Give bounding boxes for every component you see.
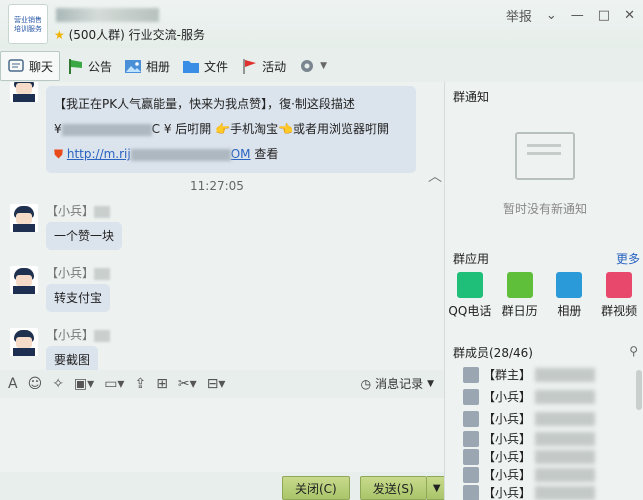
report-button[interactable]: 举报 <box>506 6 532 25</box>
group-meta: (500人群) 行业交流-服务 <box>68 28 206 42</box>
phone-icon <box>456 272 483 298</box>
message-bubble[interactable]: 要截图 <box>46 346 99 370</box>
message-time: 11:27:05 <box>190 179 244 193</box>
member-item[interactable]: 【小兵】 <box>463 430 596 447</box>
star-icon: ★ <box>54 28 65 42</box>
tab-album[interactable]: 相册 <box>118 52 176 80</box>
title-bar: 营业销售 培训服务 ★ (500人群) 行业交流-服务 举报 ⌄ — □ ✕ <box>0 0 643 48</box>
app-album[interactable]: 相册 <box>545 272 595 319</box>
image-icon[interactable]: ▭▾ <box>104 376 124 392</box>
avatar[interactable] <box>10 266 38 294</box>
message-line-3: ⛊ http://m.rij OM 查看 <box>54 142 408 167</box>
member-list-scrollbar[interactable] <box>636 370 642 410</box>
clock-icon: ◷ <box>360 376 372 391</box>
message-history-button[interactable]: ◷ 消息记录 ▼ <box>361 375 434 392</box>
font-icon[interactable]: A <box>8 376 18 392</box>
app-calendar[interactable]: 群日历 <box>495 272 545 319</box>
close-window-button[interactable]: ✕ <box>624 8 635 23</box>
send-button-group: 发送(S) ▼ <box>359 476 448 500</box>
group-name-blurred <box>56 8 159 22</box>
window-controls: 举报 ⌄ — □ ✕ <box>506 6 635 25</box>
member-item[interactable]: 【小兵】 <box>463 484 596 500</box>
more-apps-link[interactable]: 更多 <box>616 250 640 267</box>
scissors-icon[interactable]: ✂▾ <box>178 376 197 392</box>
send-button[interactable]: 发送(S) <box>359 476 427 500</box>
message-bubble[interactable]: 【我正在PK人气赢能量，快来为我点赞】，復·制这段描述 ¥ C ¥ 后咑閞 👉手机… <box>46 86 416 173</box>
message-history-label: 消息记录 <box>375 377 424 391</box>
minimize-button[interactable]: — <box>571 8 584 23</box>
message-link[interactable]: http://m.rij OM <box>67 147 251 161</box>
chevron-down-icon: ▼ <box>320 61 327 71</box>
message-line-2: ¥ C ¥ 后咑閞 👉手机淘宝👈或者用浏览器咑閞 <box>54 122 390 136</box>
message-input[interactable] <box>0 398 444 472</box>
chat-message-area[interactable]: 【我正在PK人气赢能量，快来为我点赞】，復·制这段描述 ¥ C ¥ 后咑閞 👉手机… <box>0 82 444 370</box>
chevron-down-icon: ▼ <box>427 378 434 389</box>
group-logo[interactable]: 营业销售 培训服务 <box>8 4 48 44</box>
upload-icon[interactable]: ⇪ <box>134 376 146 392</box>
member-item[interactable]: 【小兵】 <box>463 466 596 483</box>
tab-files[interactable]: 文件 <box>176 52 234 80</box>
right-sidebar: 群通知 暂时没有新通知 群应用 更多 QQ电话 群日历 相册 群视频 群成员(2… <box>444 82 643 500</box>
gift-icon[interactable]: ⊞ <box>156 376 168 392</box>
notice-title: 群通知 <box>453 90 490 104</box>
message-line-1: 【我正在PK人气赢能量，快来为我点赞】，復·制这段描述 <box>54 97 355 111</box>
photo-album-icon <box>556 272 583 298</box>
tab-announcement-label: 公告 <box>88 59 113 74</box>
hand-pointing-icon: 👈 <box>278 122 294 136</box>
hand-pointing-icon: 👉 <box>215 122 231 136</box>
sender-name[interactable]: 【小兵】 <box>46 326 111 343</box>
member-item[interactable]: 【小兵】 <box>463 388 596 405</box>
apps-title: 群应用 <box>453 252 490 266</box>
emoji-icon[interactable]: ☺ <box>28 376 43 392</box>
tab-announcement[interactable]: 公告 <box>60 52 118 80</box>
tab-activity-label: 活动 <box>262 59 287 74</box>
sender-name[interactable]: 【小兵】 <box>46 264 111 281</box>
sender-name[interactable]: 【小兵】 <box>46 202 111 219</box>
maximize-button[interactable]: □ <box>598 8 610 23</box>
notice-empty-icon <box>515 132 575 180</box>
calendar-icon <box>506 272 533 298</box>
search-icon[interactable]: ⚲ <box>629 344 638 358</box>
photo-album-icon <box>124 57 142 75</box>
gear-icon <box>298 57 316 75</box>
app-video[interactable]: 群视频 <box>594 272 643 319</box>
message-bubble[interactable]: 转支付宝 <box>46 284 111 312</box>
tab-activity[interactable]: 活动 <box>234 52 292 80</box>
group-info: ★ (500人群) 行业交流-服务 <box>54 26 205 43</box>
tab-chat[interactable]: 聊天 <box>0 51 61 81</box>
gif-icon[interactable]: ▣▾ <box>74 376 94 392</box>
activity-flag-icon <box>240 57 258 75</box>
tab-chat-label: 聊天 <box>29 59 54 74</box>
input-toolbar: A ☺ ✧ ▣▾ ▭▾ ⇪ ⊞ ✂▾ ⊟▾ ◷ 消息记录 ▼ <box>0 370 444 398</box>
settings-menu-button[interactable]: ▼ <box>292 52 333 80</box>
chat-icon <box>7 57 25 75</box>
avatar[interactable] <box>10 204 38 232</box>
members-title: 群成员(28/46) <box>453 346 533 360</box>
app-qq-phone[interactable]: QQ电话 <box>445 272 495 319</box>
member-item[interactable]: 【小兵】 <box>463 410 596 427</box>
more-tools-icon[interactable]: ⊟▾ <box>207 376 226 392</box>
member-item[interactable]: 【群主】 <box>463 366 596 383</box>
magic-wand-icon[interactable]: ✧ <box>52 376 64 392</box>
warning-shield-icon: ⛊ <box>54 147 64 161</box>
tab-files-label: 文件 <box>204 59 229 74</box>
message-bubble[interactable]: 一个赞一块 <box>46 222 123 250</box>
view-link[interactable]: 查看 <box>254 147 278 161</box>
tab-album-label: 相册 <box>146 59 171 74</box>
group-apps: QQ电话 群日历 相册 群视频 <box>445 272 643 319</box>
chat-toolbar: 聊天 公告 相册 文件 活动 ▼ <box>0 50 380 82</box>
avatar[interactable] <box>10 82 38 102</box>
dropdown-icon[interactable]: ⌄ <box>546 8 557 23</box>
close-button[interactable]: 关闭(C) <box>282 476 350 500</box>
notice-empty-text: 暂时没有新通知 <box>503 202 588 216</box>
qq-group-chat-window: 营业销售 培训服务 ★ (500人群) 行业交流-服务 举报 ⌄ — □ ✕ 聊天… <box>0 0 643 500</box>
member-item[interactable]: 【小兵】 <box>463 448 596 465</box>
avatar[interactable] <box>10 328 38 356</box>
action-buttons: 关闭(C) 发送(S) ▼ <box>282 476 448 500</box>
collapse-icon[interactable]: ︿ <box>428 166 442 186</box>
announcement-flag-icon <box>66 57 84 75</box>
video-icon <box>606 272 633 298</box>
folder-icon <box>182 57 200 75</box>
